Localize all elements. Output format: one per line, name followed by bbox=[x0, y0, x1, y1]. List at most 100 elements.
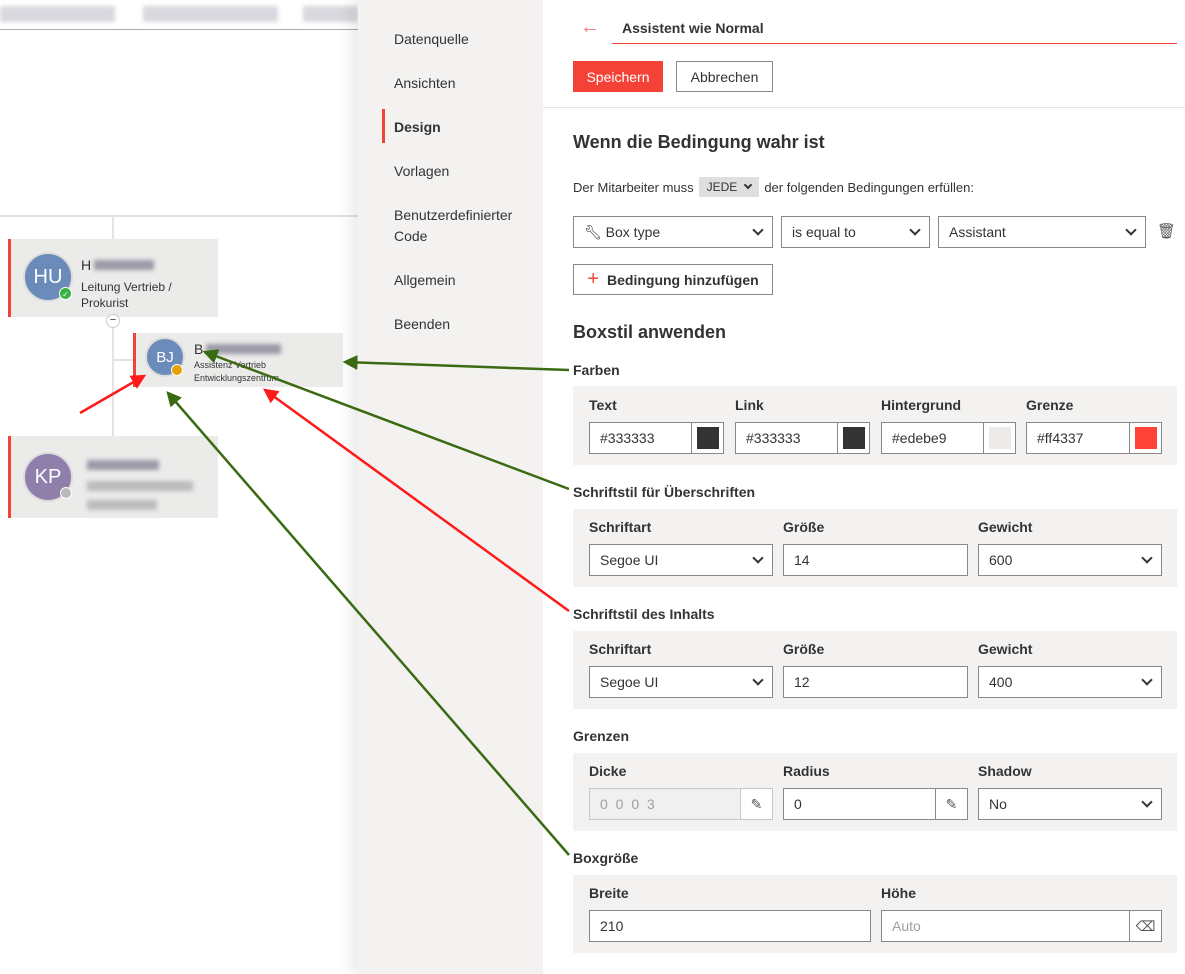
back-arrow-icon[interactable]: ← bbox=[580, 16, 600, 39]
text-color-input[interactable]: #333333 bbox=[589, 422, 724, 454]
org-card-kp[interactable]: KP bbox=[8, 436, 218, 518]
color-swatch[interactable] bbox=[691, 423, 723, 453]
chevron-down-icon bbox=[752, 224, 763, 235]
blurred-name bbox=[87, 460, 159, 470]
pencil-icon[interactable]: ✎ bbox=[740, 789, 772, 819]
person-name-initial: B bbox=[194, 341, 203, 357]
color-swatch[interactable] bbox=[837, 423, 869, 453]
condition-sentence-pre: Der Mitarbeiter muss bbox=[573, 180, 694, 195]
org-card-bj[interactable]: BJ B Assistenz Vertrieb Entwicklungszent… bbox=[133, 333, 343, 387]
rule-name-input[interactable]: Assistent wie Normal bbox=[612, 18, 1177, 44]
org-chart-canvas[interactable]: HU ✓ H Leitung Vertrieb / Prokurist − BJ… bbox=[0, 0, 358, 974]
nav-item-benutzerdefinierter-code[interactable]: Benutzerdefinierter Code bbox=[394, 205, 524, 247]
active-indicator bbox=[382, 109, 385, 143]
height-label: Höhe bbox=[881, 885, 916, 901]
nav-item-beenden[interactable]: Beenden bbox=[394, 314, 450, 335]
eraser-icon[interactable]: ⌫ bbox=[1129, 911, 1161, 941]
nav-item-ansichten[interactable]: Ansichten bbox=[394, 73, 455, 94]
trash-icon[interactable]: 🗑︎ bbox=[1157, 222, 1176, 240]
nav-item-datenquelle[interactable]: Datenquelle bbox=[394, 29, 469, 50]
blurred-title bbox=[87, 481, 193, 491]
content-font-dropdown[interactable]: Segoe UI bbox=[589, 666, 773, 698]
chevron-down-icon bbox=[1141, 796, 1152, 807]
borders-label: Grenzen bbox=[573, 728, 629, 744]
content-font-label: Schriftstil des Inhalts bbox=[573, 606, 715, 622]
box-size-label: Boxgröße bbox=[573, 850, 638, 866]
quantifier-value: JEDE bbox=[707, 180, 738, 194]
chevron-down-icon bbox=[744, 181, 752, 189]
plus-icon: + bbox=[587, 268, 599, 291]
border-color-label: Grenze bbox=[1026, 397, 1073, 413]
divider bbox=[543, 107, 1185, 108]
color-swatch[interactable] bbox=[983, 423, 1015, 453]
text-color-value: #333333 bbox=[600, 430, 655, 446]
heading-font-dropdown[interactable]: Segoe UI bbox=[589, 544, 773, 576]
border-color-input[interactable]: #ff4337 bbox=[1026, 422, 1162, 454]
weight-value: 600 bbox=[989, 552, 1012, 568]
borders-section: Dicke 0 0 0 3✎ Radius 0✎ Shadow No bbox=[573, 753, 1177, 831]
chevron-down-icon bbox=[752, 674, 763, 685]
thickness-input[interactable]: 0 0 0 3 ✎ bbox=[589, 788, 773, 820]
link-color-label: Link bbox=[735, 397, 764, 413]
content-weight-dropdown[interactable]: 400 bbox=[978, 666, 1162, 698]
divider bbox=[0, 29, 358, 30]
collapse-icon[interactable]: − bbox=[106, 314, 120, 328]
field-dropdown[interactable]: 🔧︎ Box type bbox=[573, 216, 773, 248]
chevron-down-icon bbox=[1141, 552, 1152, 563]
value-value: Assistant bbox=[949, 224, 1006, 240]
person-name-initial: H bbox=[81, 257, 91, 273]
background-color-input[interactable]: #edebe9 bbox=[881, 422, 1016, 454]
heading-font-section: Schriftart Segoe UI Größe 14 Gewicht 600 bbox=[573, 509, 1177, 587]
operator-value: is equal to bbox=[792, 224, 856, 240]
blurred-tab bbox=[143, 6, 278, 22]
wrench-icon: 🔧︎ bbox=[584, 224, 602, 240]
pencil-icon[interactable]: ✎ bbox=[935, 789, 967, 819]
style-heading: Boxstil anwenden bbox=[573, 322, 726, 343]
thickness-label: Dicke bbox=[589, 763, 626, 779]
width-label: Breite bbox=[589, 885, 629, 901]
heading-weight-dropdown[interactable]: 600 bbox=[978, 544, 1162, 576]
font-label: Schriftart bbox=[589, 519, 651, 535]
quantifier-dropdown[interactable]: JEDE bbox=[699, 177, 760, 197]
chevron-down-icon bbox=[752, 552, 763, 563]
content-size-input[interactable]: 12 bbox=[783, 666, 968, 698]
font-value: Segoe UI bbox=[600, 552, 658, 568]
colors-section: Text #333333 Link #333333 Hintergrund #e… bbox=[573, 386, 1177, 465]
heading-font-label: Schriftstil für Überschriften bbox=[573, 484, 755, 500]
text-color-label: Text bbox=[589, 397, 617, 413]
blurred-name bbox=[206, 344, 281, 354]
background-color-value: #edebe9 bbox=[892, 430, 947, 446]
size-label: Größe bbox=[783, 641, 824, 657]
radius-label: Radius bbox=[783, 763, 830, 779]
nav-item-design[interactable]: Design bbox=[394, 117, 441, 138]
content-font-section: Schriftart Segoe UI Größe 12 Gewicht 400 bbox=[573, 631, 1177, 709]
radius-value: 0 bbox=[794, 796, 802, 812]
blurred-tab bbox=[0, 6, 115, 22]
radius-input[interactable]: 0✎ bbox=[783, 788, 968, 820]
thickness-value: 0 0 0 3 bbox=[600, 796, 657, 812]
background-color-label: Hintergrund bbox=[881, 397, 961, 413]
value-dropdown[interactable]: Assistant bbox=[938, 216, 1146, 248]
blurred-title bbox=[87, 500, 157, 510]
nav-item-vorlagen[interactable]: Vorlagen bbox=[394, 161, 449, 182]
nav-item-allgemein[interactable]: Allgemein bbox=[394, 270, 455, 291]
settings-nav: Datenquelle Ansichten Design Vorlagen Be… bbox=[358, 0, 543, 974]
width-input[interactable]: 210 bbox=[589, 910, 871, 942]
link-color-input[interactable]: #333333 bbox=[735, 422, 870, 454]
colors-label: Farben bbox=[573, 362, 620, 378]
heading-size-input[interactable]: 14 bbox=[783, 544, 968, 576]
operator-dropdown[interactable]: is equal to bbox=[781, 216, 930, 248]
chevron-down-icon bbox=[1125, 224, 1136, 235]
org-card-hu[interactable]: HU ✓ H Leitung Vertrieb / Prokurist bbox=[8, 239, 218, 317]
font-value: Segoe UI bbox=[600, 674, 658, 690]
shadow-dropdown[interactable]: No bbox=[978, 788, 1162, 820]
chevron-down-icon bbox=[1141, 674, 1152, 685]
color-swatch[interactable] bbox=[1129, 423, 1161, 453]
person-department: Entwicklungszentrum bbox=[194, 373, 279, 383]
height-input[interactable]: Auto⌫ bbox=[881, 910, 1162, 942]
weight-label: Gewicht bbox=[978, 641, 1032, 657]
save-button[interactable]: Speichern bbox=[573, 61, 663, 92]
connector bbox=[112, 359, 134, 361]
add-condition-button[interactable]: +Bedingung hinzufügen bbox=[573, 264, 773, 295]
cancel-button[interactable]: Abbrechen bbox=[676, 61, 773, 92]
